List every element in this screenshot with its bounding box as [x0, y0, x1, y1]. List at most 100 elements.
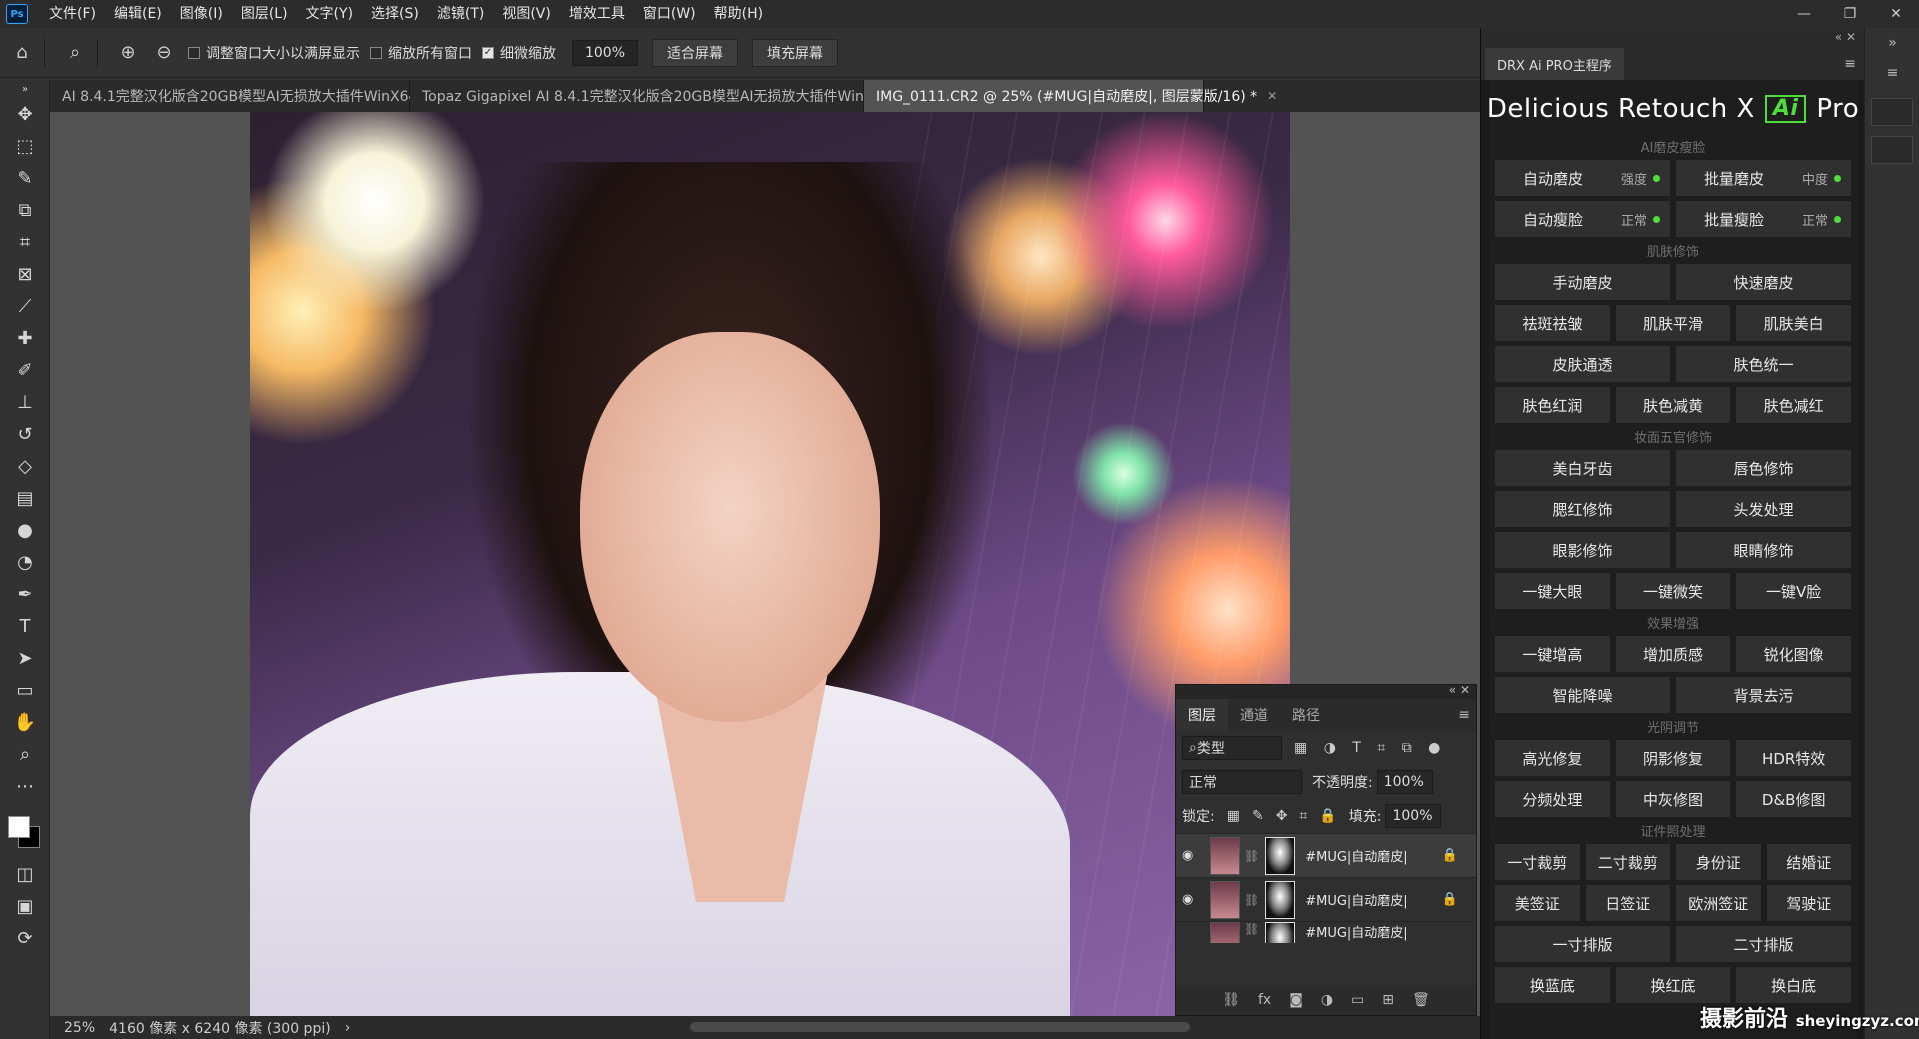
brush-tool-icon[interactable]: ✐	[0, 354, 50, 386]
link-icon[interactable]: ⛓	[1244, 922, 1259, 936]
plugin-button[interactable]: 中灰修图	[1615, 781, 1731, 817]
quick-mask-icon[interactable]: ◫	[0, 858, 50, 890]
document-image[interactable]	[250, 112, 1290, 1016]
plugin-button[interactable]: 肤色红润	[1495, 387, 1610, 423]
gradient-tool-icon[interactable]: ▤	[0, 482, 50, 514]
clone-stamp-tool-icon[interactable]: ⊥	[0, 386, 50, 418]
plugin-button[interactable]: 批量瘦脸 正常	[1676, 201, 1851, 237]
quick-selection-tool-icon[interactable]: ✎	[0, 162, 50, 194]
filter-kind-select[interactable]: ⌕ 类型	[1182, 736, 1282, 760]
plugin-button[interactable]: 美白牙齿	[1495, 450, 1670, 486]
generative-icon[interactable]: ⟳	[0, 922, 50, 954]
new-group-icon[interactable]: ▭	[1351, 992, 1364, 1008]
plugin-button[interactable]: 快速磨皮	[1676, 264, 1851, 300]
frame-tool-icon[interactable]: ⊠	[0, 258, 50, 290]
history-brush-tool-icon[interactable]: ↺	[0, 418, 50, 450]
plugin-button[interactable]: 唇色修饰	[1676, 450, 1851, 486]
resize-windows-checkbox[interactable]: 调整窗口大小以满屏显示	[188, 43, 360, 63]
plugin-button[interactable]: 一键大眼	[1495, 573, 1610, 609]
pen-tool-icon[interactable]: ✒	[0, 578, 50, 610]
layer-row[interactable]: ⛓ #MUG|自动磨皮|	[1176, 921, 1476, 943]
type-filter-icon[interactable]: T	[1352, 740, 1361, 756]
home-icon[interactable]: ⌂	[8, 39, 36, 67]
opacity-input[interactable]: 100%	[1376, 770, 1433, 794]
link-layers-icon[interactable]: ⛓	[1222, 992, 1240, 1008]
lock-all-icon[interactable]: 🔒	[1319, 808, 1336, 824]
plugin-button[interactable]: 驾驶证	[1766, 885, 1851, 921]
plugin-button[interactable]: 日签证	[1585, 885, 1670, 921]
plugin-button[interactable]: 身份证	[1676, 844, 1761, 880]
link-icon[interactable]: ⛓	[1244, 893, 1259, 907]
shape-filter-icon[interactable]: ⌗	[1377, 740, 1385, 756]
strength-level[interactable]: 正常	[1802, 210, 1841, 229]
dodge-tool-icon[interactable]: ◔	[0, 546, 50, 578]
plugin-button[interactable]: 欧洲签证	[1676, 885, 1761, 921]
tab-paths[interactable]: 路径	[1280, 699, 1332, 731]
plugin-button[interactable]: 阴影修复	[1615, 740, 1731, 776]
lock-pixels-icon[interactable]: ✎	[1252, 808, 1264, 824]
smart-object-filter-icon[interactable]: ⧉	[1402, 740, 1412, 756]
adjustment-filter-icon[interactable]: ◑	[1324, 740, 1336, 756]
pixel-filter-icon[interactable]: ▦	[1294, 740, 1307, 756]
plugin-button[interactable]: 眼睛修饰	[1676, 532, 1851, 568]
zoom-tool-preset-icon[interactable]: ⌕	[61, 39, 89, 67]
collapse-toolbox-icon[interactable]: »	[0, 80, 50, 98]
scrubby-zoom-checkbox[interactable]: ✓ 细微缩放	[482, 43, 556, 63]
zoom-tool-icon[interactable]: ⌕	[0, 738, 50, 770]
menu-window[interactable]: 窗口(W)	[634, 0, 705, 28]
visibility-eye-icon[interactable]: ◉	[1182, 892, 1204, 907]
fit-screen-button[interactable]: 适合屏幕	[652, 38, 738, 67]
plugin-button[interactable]: 祛斑祛皱	[1495, 305, 1610, 341]
screen-mode-icon[interactable]: ▣	[0, 890, 50, 922]
layer-mask-thumbnail[interactable]	[1265, 922, 1296, 943]
collapse-close-icon[interactable]: « ✕	[1835, 30, 1856, 44]
panel-menu-icon[interactable]: ≡	[1844, 56, 1856, 72]
plugin-button[interactable]: 高光修复	[1495, 740, 1610, 776]
menu-filter[interactable]: 滤镜(T)	[428, 0, 493, 28]
strength-level[interactable]: 中度	[1802, 169, 1841, 188]
object-selection-tool-icon[interactable]: ⧉	[0, 194, 50, 226]
plugin-button[interactable]: 一寸排版	[1495, 926, 1670, 962]
plugin-button[interactable]: 肤色减红	[1736, 387, 1852, 423]
plugin-button[interactable]: 肌肤美白	[1736, 305, 1852, 341]
layer-mask-thumbnail[interactable]	[1265, 836, 1296, 875]
collapsed-panel[interactable]	[1871, 98, 1913, 126]
menu-type[interactable]: 文字(Y)	[297, 0, 362, 28]
filter-toggle-icon[interactable]: ●	[1428, 740, 1440, 756]
menu-edit[interactable]: 编辑(E)	[105, 0, 171, 28]
document-tab[interactable]: Topaz Gigapixel AI 8.4.1完整汉化版含20GB模型AI无损…	[410, 80, 962, 112]
plugin-button[interactable]: 智能降噪	[1495, 677, 1670, 713]
zoom-out-icon[interactable]: ⊖	[150, 39, 178, 67]
plugin-button[interactable]: 二寸裁剪	[1585, 844, 1670, 880]
expand-panels-icon[interactable]: »	[1865, 28, 1919, 58]
fx-icon[interactable]: fx	[1258, 992, 1271, 1008]
plugin-button[interactable]: 自动磨皮 强度	[1495, 160, 1670, 196]
fill-input[interactable]: 100%	[1385, 804, 1442, 828]
minimize-button[interactable]: —	[1781, 0, 1827, 28]
rectangle-tool-icon[interactable]: ▭	[0, 674, 50, 706]
menu-image[interactable]: 图像(I)	[171, 0, 232, 28]
new-layer-icon[interactable]: ⊞	[1382, 992, 1394, 1008]
type-tool-icon[interactable]: T	[0, 610, 50, 642]
plugin-button[interactable]: 批量磨皮 中度	[1676, 160, 1851, 196]
plugin-button[interactable]: 腮红修饰	[1495, 491, 1670, 527]
zoom-percent-input[interactable]: 100%	[572, 39, 638, 66]
document-tab[interactable]: AI 8.4.1完整汉化版含20GB模型AI无损放大插件WinX64 (2).j…	[50, 80, 488, 112]
plugin-button[interactable]: 皮肤通透	[1495, 346, 1670, 382]
plugin-button[interactable]: 肤色统一	[1676, 346, 1851, 382]
more-tools-icon[interactable]: ⋯	[0, 770, 50, 802]
blend-mode-select[interactable]: 正常	[1182, 770, 1302, 794]
plugin-button[interactable]: 换蓝底	[1495, 967, 1610, 1003]
restore-button[interactable]: ❐	[1827, 0, 1873, 28]
plugin-button[interactable]: 肤色减黄	[1615, 387, 1731, 423]
plugin-button[interactable]: 眼影修饰	[1495, 532, 1670, 568]
visibility-eye-icon[interactable]: ◉	[1182, 848, 1204, 863]
close-tab-icon[interactable]: ✕	[1267, 89, 1277, 103]
menu-select[interactable]: 选择(S)	[362, 0, 428, 28]
add-mask-icon[interactable]: ◙	[1289, 992, 1303, 1008]
plugin-button[interactable]: 换红底	[1615, 967, 1731, 1003]
marquee-tool-icon[interactable]: ⬚	[0, 130, 50, 162]
plugin-button[interactable]: 肌肤平滑	[1615, 305, 1731, 341]
plugin-button[interactable]: 锐化图像	[1736, 636, 1852, 672]
horizontal-scrollbar[interactable]	[690, 1022, 1190, 1032]
